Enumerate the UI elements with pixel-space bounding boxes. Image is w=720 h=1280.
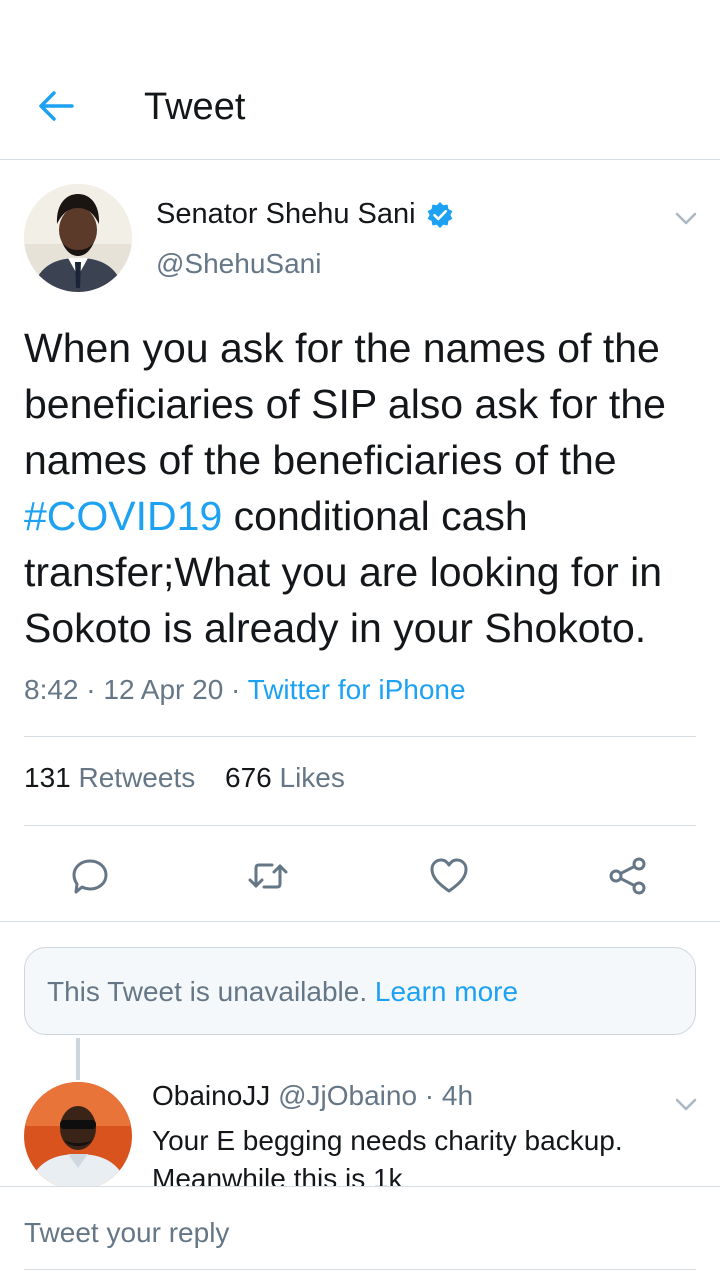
back-button[interactable] xyxy=(34,84,78,128)
divider xyxy=(24,825,696,826)
reply-tweet[interactable]: ObainoJJ @JjObaino · 4h Your E begging n… xyxy=(0,1080,720,1186)
retweet-icon xyxy=(248,863,288,889)
reply-author-handle[interactable]: @JjObaino xyxy=(278,1080,417,1111)
tweet-time: 8:42 xyxy=(24,674,79,705)
author-name[interactable]: Senator Shehu Sani xyxy=(156,198,454,231)
unavailable-message: This Tweet is unavailable. Learn more xyxy=(47,976,518,1008)
reply-compose-bar: Tweet your reply xyxy=(0,1186,720,1280)
tweet-text: When you ask for the names of the benefi… xyxy=(24,320,714,656)
author-handle[interactable]: @ShehuSani xyxy=(156,248,321,280)
tweet-author: Senator Shehu Sani @ShehuSani xyxy=(0,180,720,300)
reply-avatar[interactable] xyxy=(24,1082,132,1186)
tweet-date: 12 Apr 20 xyxy=(103,674,224,705)
likes-label: Likes xyxy=(279,762,345,793)
retweets-count: 131 xyxy=(24,762,71,793)
tweet-source-link[interactable]: Twitter for iPhone xyxy=(248,674,466,705)
input-underline xyxy=(24,1269,696,1270)
retweet-button[interactable] xyxy=(246,854,290,898)
unavailable-tweet-card: This Tweet is unavailable. Learn more xyxy=(24,947,696,1035)
meta-separator: · xyxy=(86,674,96,705)
reply-age: 4h xyxy=(441,1080,474,1111)
share-button[interactable] xyxy=(606,854,650,898)
like-icon xyxy=(430,858,468,893)
thread-connector xyxy=(76,1038,80,1080)
retweets-label: Retweets xyxy=(78,762,196,793)
reply-author-name[interactable]: ObainoJJ xyxy=(152,1080,270,1111)
tweet-meta: 8:42 · 12 Apr 20 · Twitter for iPhone xyxy=(24,674,466,706)
back-arrow-icon xyxy=(39,91,74,121)
share-icon xyxy=(609,857,646,895)
hashtag-link[interactable]: #COVID19 xyxy=(24,493,222,539)
reply-header: ObainoJJ @JjObaino · 4h xyxy=(152,1080,473,1112)
like-button[interactable] xyxy=(427,854,471,898)
author-name-text: Senator Shehu Sani xyxy=(156,198,416,230)
divider xyxy=(24,736,696,737)
top-app-bar: Tweet xyxy=(0,0,720,160)
reply-input[interactable]: Tweet your reply xyxy=(24,1217,229,1249)
likes-count: 676 xyxy=(225,762,272,793)
learn-more-link[interactable]: Learn more xyxy=(375,976,518,1007)
meta-separator: · xyxy=(424,1080,435,1111)
tweet-text-before: When you ask for the names of the benefi… xyxy=(24,325,666,483)
chevron-down-icon[interactable] xyxy=(670,1088,702,1120)
reply-icon xyxy=(72,859,108,894)
page-title: Tweet xyxy=(144,86,246,128)
reply-button[interactable] xyxy=(68,854,112,898)
retweets-stat[interactable]: 131 Retweets xyxy=(24,762,195,793)
reply-text: Your E begging needs charity backup. Mea… xyxy=(152,1125,623,1186)
likes-stat[interactable]: 676 Likes xyxy=(225,762,345,793)
tweet-actions xyxy=(0,848,720,904)
chevron-down-icon[interactable] xyxy=(670,202,702,234)
meta-separator: · xyxy=(231,674,241,705)
verified-icon xyxy=(427,201,452,228)
author-avatar[interactable] xyxy=(24,184,132,292)
divider xyxy=(0,921,720,922)
unavailable-text: This Tweet is unavailable. xyxy=(47,976,368,1007)
tweet-stats: 131 Retweets 676 Likes xyxy=(24,762,367,794)
